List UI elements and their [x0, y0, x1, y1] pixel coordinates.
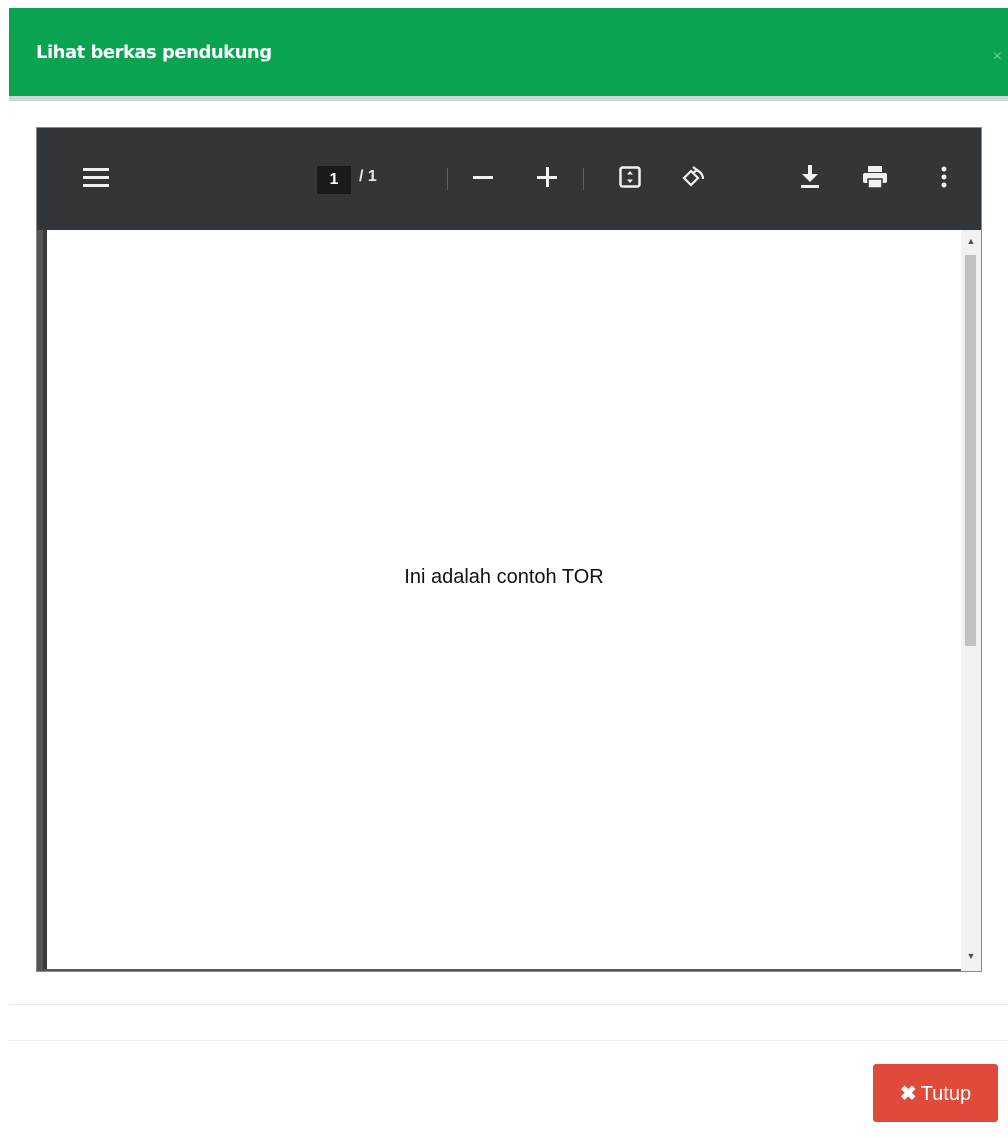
- close-button[interactable]: ✖ Tutup: [873, 1064, 998, 1122]
- rotate-icon[interactable]: [681, 166, 707, 190]
- close-x-icon: ✖: [899, 1082, 917, 1105]
- more-options-icon[interactable]: [941, 165, 947, 189]
- document-text: Ini adalah contoh TOR: [404, 566, 604, 588]
- toolbar-divider: [583, 168, 584, 190]
- scroll-up-arrow-icon[interactable]: ▲: [961, 236, 981, 246]
- toolbar-divider: [447, 168, 448, 190]
- modal-body-divider: [9, 1004, 1008, 1005]
- fit-page-icon[interactable]: [619, 166, 641, 188]
- modal-title: Lihat berkas pendukung: [36, 42, 272, 63]
- pdf-toolbar: / 1: [37, 128, 981, 230]
- zoom-in-icon[interactable]: [537, 167, 557, 187]
- modal-footer-divider: [9, 1040, 1008, 1041]
- print-icon[interactable]: [863, 165, 887, 189]
- pdf-viewer: / 1: [36, 127, 982, 972]
- zoom-out-icon[interactable]: [473, 176, 493, 180]
- close-button-label: Tutup: [920, 1082, 972, 1105]
- menu-icon[interactable]: [83, 166, 109, 188]
- vertical-scrollbar[interactable]: ▲ ▼: [961, 230, 981, 971]
- pdf-page-area[interactable]: Ini adalah contoh TOR ▲ ▼: [37, 230, 981, 971]
- page-count: / 1: [359, 168, 377, 185]
- scroll-thumb[interactable]: [965, 255, 976, 646]
- scroll-down-arrow-icon[interactable]: ▼: [961, 951, 981, 961]
- page-number-input[interactable]: [317, 166, 351, 194]
- download-icon[interactable]: [801, 165, 819, 189]
- close-icon[interactable]: ×: [993, 48, 1002, 66]
- pdf-page: Ini adalah contoh TOR: [43, 230, 961, 969]
- modal-dialog: Lihat berkas pendukung × / 1: [9, 0, 1008, 1138]
- modal-header: Lihat berkas pendukung ×: [9, 8, 1008, 101]
